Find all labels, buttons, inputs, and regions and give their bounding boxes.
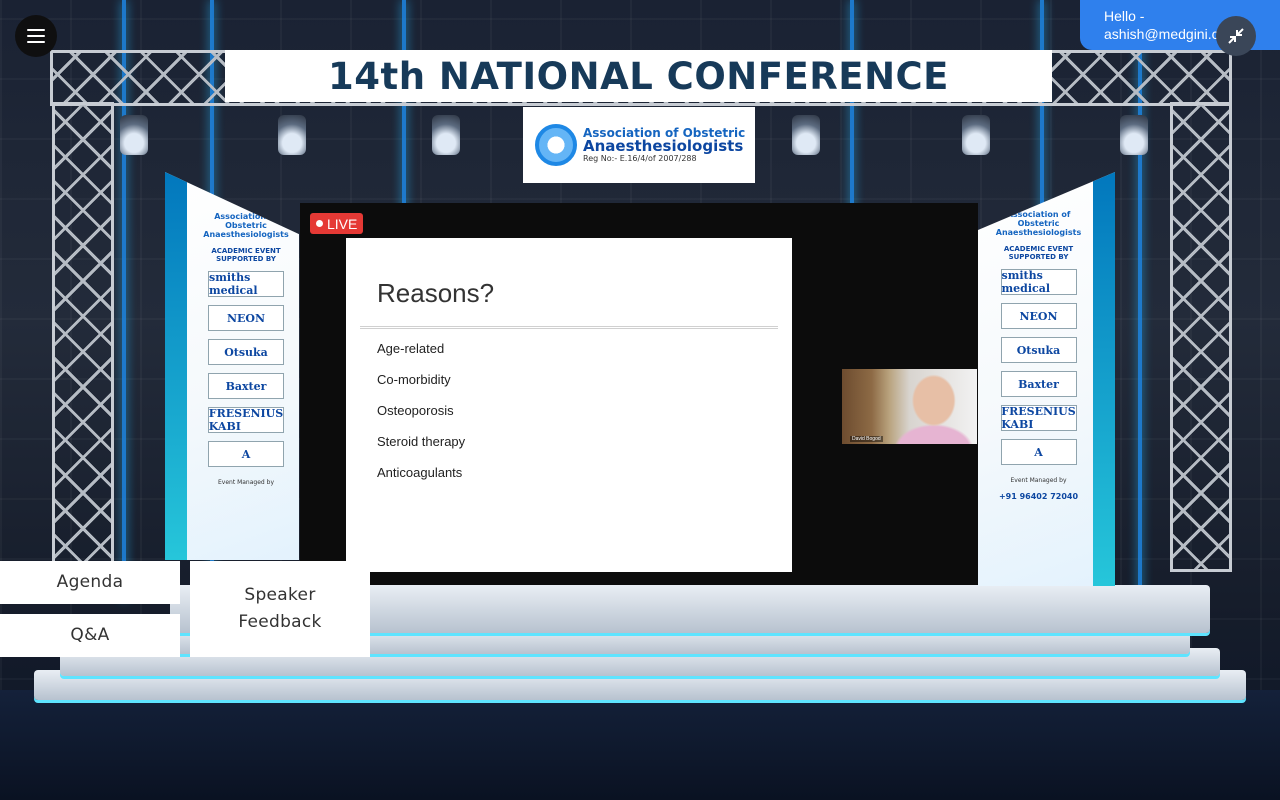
sponsor-board-left: Association of Obstetric Anaesthesiologi… (165, 172, 299, 560)
org-name-line2: Anaesthesiologists (583, 137, 744, 156)
org-registration: Reg No:- E.16/4/of 2007/288 (583, 153, 697, 163)
board-supported-by: ACADEMIC EVENT SUPPORTED BY (1003, 245, 1074, 261)
spotlight (120, 115, 148, 155)
speaker-webcam: David Bogod (842, 369, 977, 444)
sponsor-logo: FRESENIUS KABI (1000, 405, 1077, 431)
board-band (165, 172, 187, 560)
organization-sign: Association of Obstetric Anaesthesiologi… (523, 107, 755, 183)
board-managed-by: Event Managed by (217, 479, 274, 486)
agenda-button[interactable]: Agenda (0, 561, 180, 604)
spotlight (962, 115, 990, 155)
presentation-slide: Reasons? Age-related Co-morbidity Osteop… (346, 238, 792, 572)
sponsor-logo: smiths medical (208, 271, 284, 297)
slide-bullets: Age-related Co-morbidity Osteoporosis St… (377, 341, 465, 496)
sponsor-logo: FRESENIUS KABI (208, 407, 284, 433)
board-supported-by: ACADEMIC EVENT SUPPORTED BY (211, 247, 281, 263)
spotlight (792, 115, 820, 155)
live-badge: LIVE (310, 213, 364, 234)
collapse-arrows-icon (1228, 28, 1244, 44)
conference-banner: 14th NATIONAL CONFERENCE (225, 50, 1052, 102)
feedback-line2: Feedback (238, 612, 322, 632)
qa-button[interactable]: Q&A (0, 614, 180, 657)
hamburger-menu-icon (27, 35, 45, 37)
sponsor-logo: NEON (1000, 303, 1077, 329)
live-dot-icon (316, 220, 323, 227)
spotlight (278, 115, 306, 155)
slide-bullet: Osteoporosis (377, 403, 454, 418)
slide-divider (360, 326, 778, 329)
sponsor-logo: NEON (208, 305, 284, 331)
board-band (1093, 172, 1115, 586)
truss-right (1170, 102, 1232, 572)
hamburger-menu-icon (27, 29, 45, 31)
sponsor-logo: Baxter (208, 373, 284, 399)
sponsor-logo: Otsuka (1000, 337, 1077, 363)
organization-logo-icon (535, 124, 577, 166)
board-org: Association of Obstetric Anaesthesiologi… (995, 210, 1082, 237)
floor (0, 690, 1280, 800)
sponsor-logo: A (1000, 439, 1077, 465)
slide-bullet: Age-related (377, 341, 445, 356)
board-phone: +91 96402 72040 (998, 492, 1079, 501)
hamburger-menu-icon (27, 41, 45, 43)
hamburger-menu-button[interactable] (15, 15, 57, 57)
collapse-button[interactable] (1216, 16, 1256, 56)
sponsor-logo: Baxter (1000, 371, 1077, 397)
speaker-name: David Bogod (850, 436, 883, 442)
greeting-text: Hello - (1104, 8, 1145, 24)
sponsor-board-right: Association of Obstetric Anaesthesiologi… (978, 172, 1115, 586)
slide-bullet: Anticoagulants (377, 465, 463, 480)
slide-bullet: Co-morbidity (377, 372, 451, 387)
conference-title: 14th NATIONAL CONFERENCE (328, 54, 949, 98)
sponsor-logo: Otsuka (208, 339, 284, 365)
live-video-player[interactable]: LIVE Reasons? Age-related Co-morbidity O… (300, 203, 978, 585)
truss-left (52, 102, 114, 572)
sponsor-logo: smiths medical (1000, 269, 1077, 295)
virtual-stage: 14th NATIONAL CONFERENCE Association of … (0, 0, 1280, 800)
live-label: LIVE (327, 215, 358, 232)
speaker-feedback-label: Speaker Feedback (238, 582, 321, 636)
board-org: Association of Obstetric Anaesthesiologi… (203, 212, 289, 239)
slide-title: Reasons? (377, 278, 495, 308)
speaker-feedback-button[interactable]: Speaker Feedback (190, 561, 370, 657)
spotlight (1120, 115, 1148, 155)
feedback-line1: Speaker (244, 585, 316, 605)
sponsor-logo: A (208, 441, 284, 467)
spotlight (432, 115, 460, 155)
qa-label: Q&A (70, 625, 110, 645)
board-managed-by: Event Managed by (1010, 477, 1067, 484)
slide-bullet: Steroid therapy (377, 434, 466, 449)
agenda-label: Agenda (56, 572, 124, 592)
